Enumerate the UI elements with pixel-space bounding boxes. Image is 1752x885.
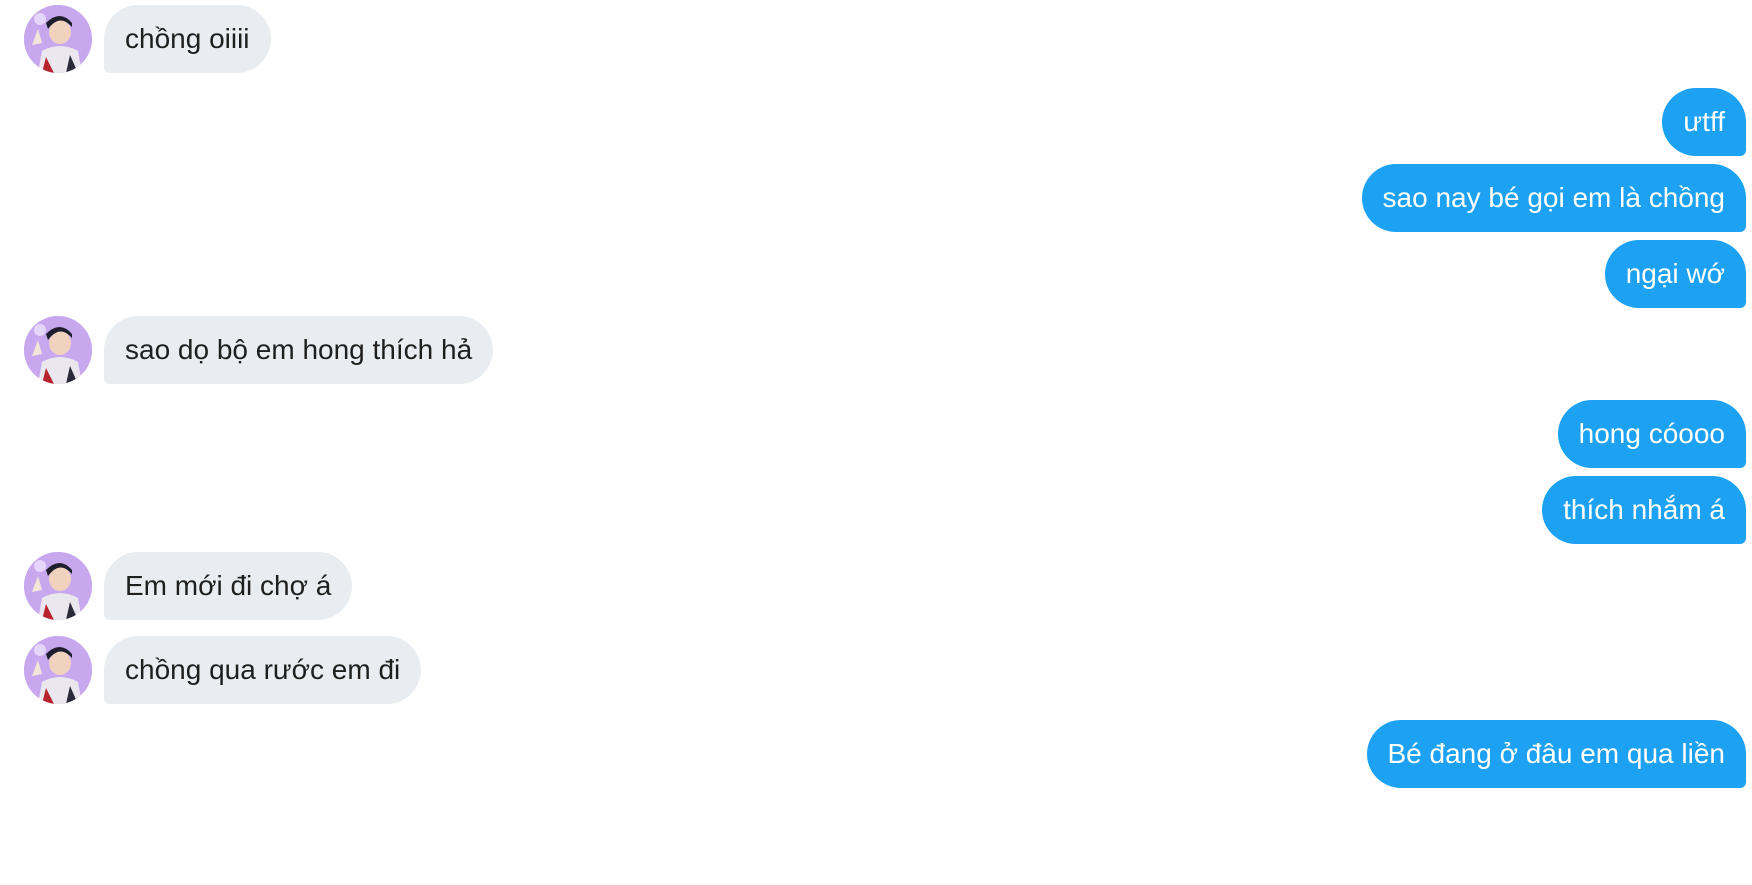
contact-avatar[interactable] xyxy=(24,5,92,73)
contact-avatar[interactable] xyxy=(24,636,92,704)
message-row-outgoing: Bé đang ở đâu em qua liền xyxy=(1366,720,1746,788)
message-row-incoming: chồng qua rước em đi xyxy=(24,636,422,704)
message-bubble-outgoing[interactable]: Bé đang ở đâu em qua liền xyxy=(1366,720,1746,788)
message-row-outgoing: thích nhắm á xyxy=(1542,476,1746,544)
message-bubble-outgoing[interactable]: ưtff xyxy=(1662,88,1746,156)
message-bubble-outgoing[interactable]: thích nhắm á xyxy=(1542,476,1746,544)
avatar-photo-icon xyxy=(24,636,92,704)
message-bubble-incoming[interactable]: sao dọ bộ em hong thích hả xyxy=(104,316,494,384)
message-row-outgoing: ngại wớ xyxy=(1604,240,1746,308)
message-bubble-incoming[interactable]: chồng oiiii xyxy=(104,5,271,73)
avatar-photo-icon xyxy=(24,5,92,73)
message-row-outgoing: hong cóooo xyxy=(1557,400,1746,468)
message-bubble-outgoing[interactable]: sao nay bé gọi em là chồng xyxy=(1361,164,1746,232)
message-bubble-outgoing[interactable]: ngại wớ xyxy=(1604,240,1746,308)
message-bubble-incoming[interactable]: chồng qua rước em đi xyxy=(104,636,422,704)
contact-avatar[interactable] xyxy=(24,552,92,620)
message-row-outgoing: sao nay bé gọi em là chồng xyxy=(1361,164,1746,232)
avatar-photo-icon xyxy=(24,316,92,384)
message-row-incoming: chồng oiiii xyxy=(24,5,271,73)
contact-avatar[interactable] xyxy=(24,316,92,384)
message-row-incoming: sao dọ bộ em hong thích hả xyxy=(24,316,494,384)
message-bubble-incoming[interactable]: Em mới đi chợ á xyxy=(104,552,353,620)
message-row-outgoing: ưtff xyxy=(1662,88,1746,156)
avatar-photo-icon xyxy=(24,552,92,620)
message-bubble-outgoing[interactable]: hong cóooo xyxy=(1557,400,1746,468)
message-row-incoming: Em mới đi chợ á xyxy=(24,552,353,620)
